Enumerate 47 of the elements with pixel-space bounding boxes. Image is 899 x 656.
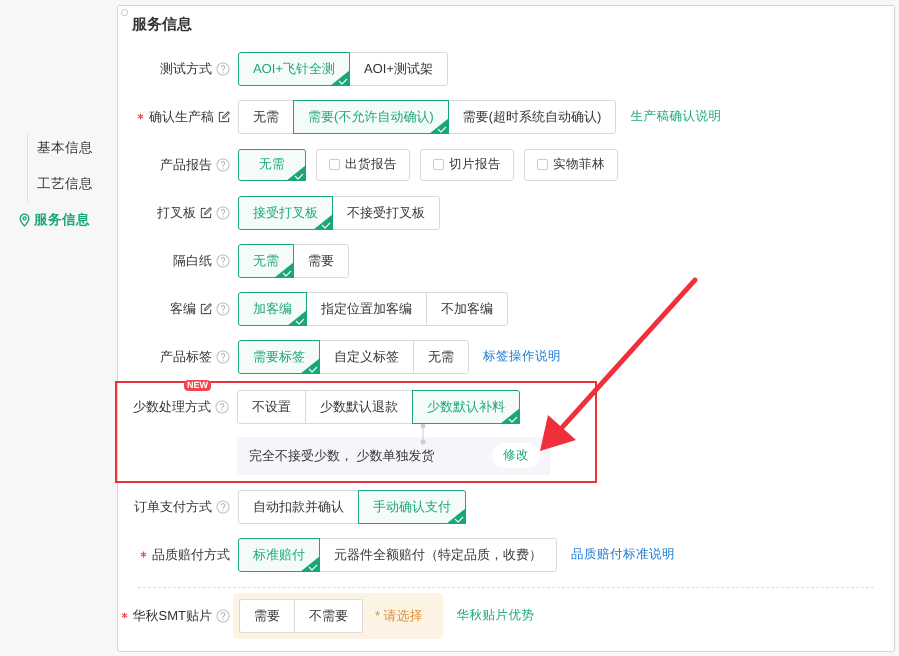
field-label: 订单支付方式 xyxy=(134,498,212,516)
checkbox-icon xyxy=(537,159,548,170)
option-button[interactable]: 需要 xyxy=(239,598,295,632)
location-pin-icon xyxy=(18,213,31,227)
option-button[interactable]: 需要(超时系统自动确认) xyxy=(448,100,616,134)
checkbox-option[interactable]: 实物菲林 xyxy=(524,148,618,180)
option-button[interactable]: 需要 xyxy=(293,244,349,278)
field-label: 产品标签 xyxy=(160,348,212,366)
note-text: 完全不接受少数， 少数单独发货 xyxy=(249,446,435,465)
hint-text: * 请选择 xyxy=(375,606,423,625)
option-button[interactable]: 不需要 xyxy=(294,598,363,632)
field-label: 客编 xyxy=(170,300,196,318)
nav-item[interactable]: 基本信息 xyxy=(0,130,99,166)
option-button[interactable]: 不加客编 xyxy=(426,292,508,326)
edit-icon xyxy=(218,110,230,122)
checkbox-option[interactable]: 出货报告 xyxy=(316,148,410,180)
help-link[interactable]: 品质赔付标准说明 xyxy=(571,545,675,564)
field-label: 少数处理方式 xyxy=(133,398,211,416)
option-button[interactable]: 无需 xyxy=(413,340,469,374)
help-link[interactable]: 标签操作说明 xyxy=(483,347,561,366)
field-label: 隔白纸 xyxy=(173,252,212,270)
timeline-dot xyxy=(121,9,128,16)
checkbox-icon xyxy=(329,159,340,170)
option-button[interactable]: 无需 xyxy=(238,100,294,134)
field-label: 品质赔付方式 xyxy=(152,546,230,564)
option-button[interactable]: 不设置 xyxy=(237,390,306,424)
field-label: 测试方式 xyxy=(160,60,212,78)
check-corner-icon xyxy=(286,164,306,180)
new-badge: NEW xyxy=(184,380,211,391)
option-button[interactable]: AOI+测试架 xyxy=(349,52,448,86)
edit-icon xyxy=(200,206,212,218)
nav-item[interactable]: 工艺信息 xyxy=(0,166,99,202)
field-label: 打叉板 xyxy=(157,204,196,222)
option-button[interactable]: 自定义标签 xyxy=(319,340,414,374)
field-label: 产品报告 xyxy=(160,156,212,174)
option-button[interactable]: 指定位置加客编 xyxy=(306,292,427,326)
checkbox-icon xyxy=(433,159,444,170)
option-button[interactable]: 元器件全额赔付（特定品质，收费） xyxy=(319,538,557,572)
checkbox-option[interactable]: 切片报告 xyxy=(420,148,514,180)
field-label: 确认生产稿 xyxy=(149,108,214,126)
option-button[interactable]: 不接受打叉板 xyxy=(332,196,440,230)
option-button[interactable]: 少数默认退款 xyxy=(305,390,413,424)
option-button[interactable]: 自动扣款并确认 xyxy=(238,490,359,524)
connector-line xyxy=(420,422,426,444)
section-title: 服务信息 xyxy=(132,15,193,35)
field-label: 华秋SMT贴片 xyxy=(132,606,212,625)
edit-icon xyxy=(200,302,212,314)
